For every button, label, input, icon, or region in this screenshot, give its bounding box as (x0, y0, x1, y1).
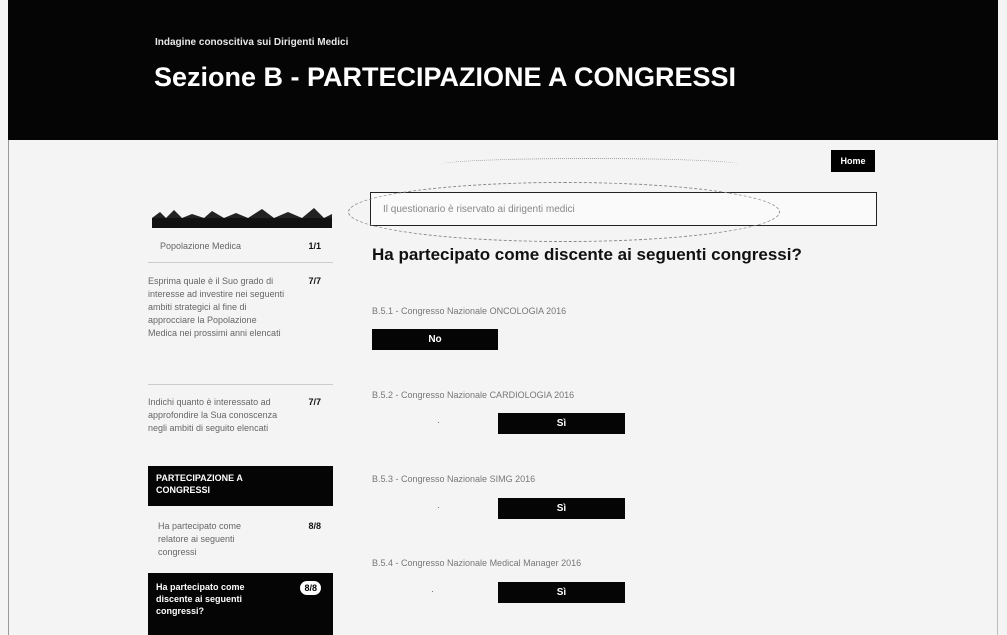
sidebar-item-count: 1/1 (308, 241, 321, 251)
answer-button[interactable]: No (372, 329, 498, 350)
question-item-label: B.5.1 - Congresso Nazionale ONCOLOGIA 20… (372, 306, 567, 316)
sidebar-item-count-badge: 8/8 (300, 581, 321, 595)
sidebar-item-count: 7/7 (308, 397, 321, 407)
sidebar-item-label: Ha partecipato come discente ai seguenti… (156, 582, 245, 616)
info-box: Il questionario è riservato ai dirigenti… (370, 192, 877, 226)
question-item-label: B.5.2 - Congresso Nazionale CARDIOLOGIA … (372, 390, 575, 400)
sidebar-logo-strip (152, 208, 332, 228)
sidebar-item-count: 7/7 (308, 276, 321, 286)
sidebar-item-relatore[interactable]: Ha partecipato come relatore ai seguenti… (148, 520, 333, 564)
survey-subtitle: Indagine conoscitiva sui Dirigenti Medic… (155, 37, 349, 48)
annotation-arc (440, 158, 740, 171)
sidebar-item-conoscenza[interactable]: Indichi quanto è interessato ad approfon… (148, 396, 333, 454)
section-title: Sezione B - PARTECIPAZIONE A CONGRESSI (154, 62, 737, 92)
option-marker: · (431, 586, 434, 596)
sidebar-item-discente[interactable]: Ha partecipato come discente ai seguenti… (148, 573, 333, 635)
option-marker: · (437, 417, 440, 427)
sidebar-item-label: Ha partecipato come relatore ai seguenti… (158, 521, 242, 557)
question-item-label: B.5.4 - Congresso Nazionale Medical Mana… (372, 558, 582, 568)
question-item-label: B.5.3 - Congresso Nazionale SIMG 2016 (372, 474, 536, 484)
sidebar-item-label: Indichi quanto è interessato ad approfon… (148, 397, 278, 433)
page-header: Indagine conoscitiva sui Dirigenti Medic… (8, 0, 998, 140)
option-marker: · (437, 502, 440, 512)
answer-button[interactable]: Sì (498, 413, 625, 434)
answer-button[interactable]: Sì (498, 498, 625, 519)
sidebar-item-popolazione[interactable]: Popolazione Medica 1/1 (148, 240, 333, 256)
sidebar-item-count: 8/8 (308, 521, 321, 531)
sidebar-item-interesse[interactable]: Esprima quale è il Suo grado di interess… (148, 275, 333, 375)
sidebar-item-label: Esprima quale è il Suo grado di interess… (148, 276, 285, 338)
sidebar-divider (148, 384, 333, 385)
sidebar-section-congressi[interactable]: PARTECIPAZIONE A CONGRESSI (148, 466, 333, 506)
answer-button[interactable]: Sì (498, 582, 625, 603)
sidebar-item-label: Popolazione Medica (160, 241, 242, 251)
question-title: Ha partecipato come discente ai seguenti… (372, 245, 802, 264)
sidebar-section-label: PARTECIPAZIONE A CONGRESSI (156, 473, 243, 495)
sidebar-divider (148, 262, 333, 263)
home-button[interactable]: Home (831, 150, 875, 172)
